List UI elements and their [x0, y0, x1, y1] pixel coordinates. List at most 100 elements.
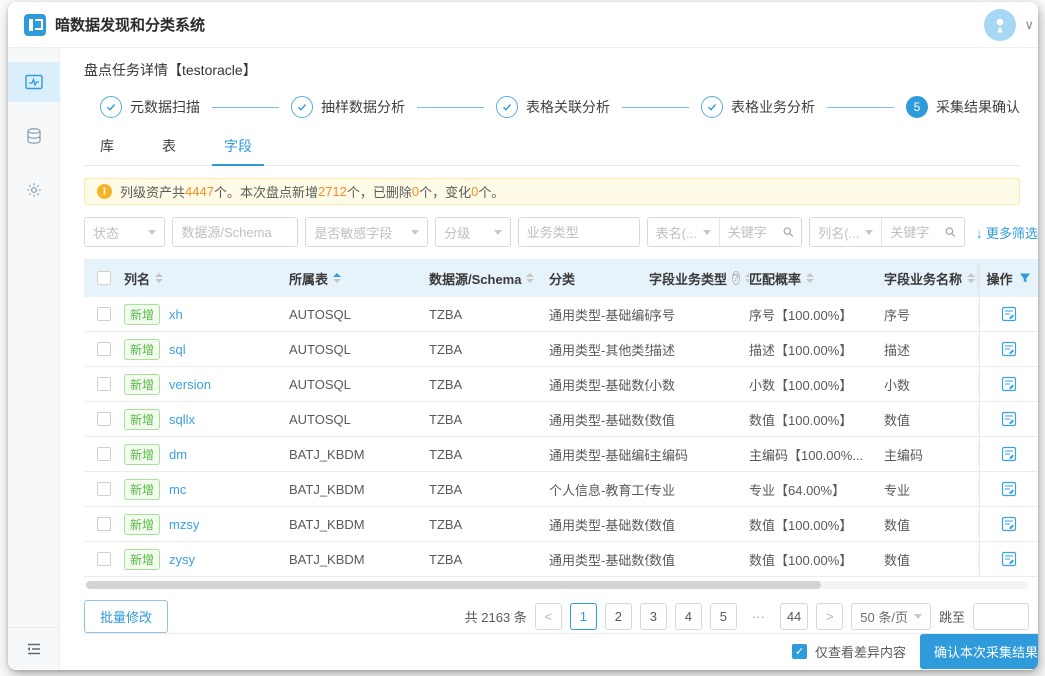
jump-page-input[interactable] [972, 603, 1029, 630]
col-header-schema[interactable]: 数据源/Schema [429, 269, 549, 288]
row-checkbox[interactable] [97, 447, 111, 461]
col-header-biz-type[interactable]: 字段业务类型 ? [649, 269, 749, 288]
cell-owner-table: AUTOSQL [289, 341, 351, 357]
help-question-icon[interactable]: ? [732, 271, 740, 285]
edit-action-icon[interactable] [1001, 516, 1017, 532]
scrollbar-thumb[interactable] [86, 581, 821, 589]
search-icon[interactable] [944, 225, 957, 239]
user-menu-caret-icon[interactable]: ∨ [1024, 17, 1034, 33]
row-checkbox[interactable] [97, 307, 111, 321]
step-table-business: 表格业务分析 [701, 96, 815, 118]
sort-icon[interactable] [155, 273, 164, 283]
user-avatar[interactable] [984, 8, 1017, 41]
sensitive-field-select[interactable]: 是否敏感字段 [305, 217, 429, 247]
row-checkbox[interactable] [97, 377, 111, 391]
edit-action-icon[interactable] [1001, 376, 1017, 392]
sort-asc-active-icon[interactable] [333, 273, 342, 283]
sidebar-item-datasource[interactable] [8, 116, 60, 156]
cell-match-prob: 主编码【100.00%... [749, 447, 864, 463]
col-header-column-name[interactable]: 列名 [124, 269, 289, 288]
row-checkbox[interactable] [97, 552, 111, 566]
edit-action-icon[interactable] [1001, 411, 1017, 427]
table-name-select-value: 表名(... [655, 225, 697, 241]
tab-table[interactable]: 表 [158, 130, 180, 165]
select-all-checkbox[interactable] [97, 271, 111, 285]
cell-schema: TZBA [429, 516, 463, 532]
col-header-match-prob[interactable]: 匹配概率 [749, 269, 884, 288]
table-keyword-input[interactable] [719, 218, 782, 246]
cell-biz-name: 专业 [884, 482, 911, 498]
edit-action-icon[interactable] [1001, 481, 1017, 497]
page-ellipsis[interactable]: ··· [744, 603, 772, 630]
datasource-input[interactable] [172, 217, 299, 247]
sidebar-item-inventory[interactable] [8, 62, 60, 102]
business-type-input[interactable] [517, 217, 640, 247]
page-button-5[interactable]: 5 [709, 603, 737, 630]
prev-page-button[interactable]: < [534, 603, 562, 630]
column-name-link[interactable]: dm [169, 447, 187, 462]
chevron-down-icon [411, 229, 420, 235]
column-name-link[interactable]: version [169, 377, 211, 392]
cell-biz-name: 小数 [884, 377, 911, 393]
cell-schema: TZBA [429, 481, 463, 497]
page-button-3[interactable]: 3 [639, 603, 667, 630]
sidebar-item-settings[interactable] [8, 170, 60, 210]
cell-owner-table: BATJ_KBDM [289, 481, 365, 497]
cell-schema: TZBA [429, 446, 463, 462]
row-checkbox[interactable] [97, 482, 111, 496]
table-name-select[interactable]: 表名(... [647, 218, 719, 246]
alert-text: 个，变化 [419, 185, 472, 200]
horizontal-scrollbar[interactable] [86, 581, 1028, 589]
sensitive-select-placeholder: 是否敏感字段 [314, 225, 393, 241]
sort-icon[interactable] [526, 273, 535, 283]
batch-edit-button[interactable]: 批量修改 [84, 600, 169, 633]
sort-icon[interactable] [806, 273, 815, 283]
edit-action-icon[interactable] [1001, 306, 1017, 322]
column-keyword-input[interactable] [882, 218, 945, 246]
column-name-link[interactable]: xh [169, 307, 183, 322]
more-filters-link[interactable]: ↓ 更多筛选 [976, 223, 1038, 242]
edit-action-icon[interactable] [1001, 551, 1017, 567]
filter-bar: 状态 是否敏感字段 分级 表名(... [84, 217, 1038, 247]
status-select[interactable]: 状态 [84, 217, 166, 247]
column-name-link[interactable]: zysy [169, 552, 195, 567]
page-button-2[interactable]: 2 [604, 603, 632, 630]
row-checkbox[interactable] [97, 412, 111, 426]
edit-action-icon[interactable] [1001, 446, 1017, 462]
step-label: 表格业务分析 [731, 99, 815, 115]
diff-only-checkbox[interactable]: ✓ [791, 644, 807, 659]
edit-action-icon[interactable] [1001, 341, 1017, 357]
chevron-down-icon [148, 229, 157, 235]
cell-schema: TZBA [429, 551, 463, 567]
filter-funnel-icon[interactable] [1019, 272, 1031, 284]
row-checkbox[interactable] [97, 517, 111, 531]
col-header-biz-name[interactable]: 字段业务名称 [884, 269, 979, 288]
step-connector [622, 106, 689, 108]
collapse-menu-icon[interactable] [25, 640, 43, 658]
row-checkbox[interactable] [97, 342, 111, 356]
column-name-link[interactable]: sqllx [169, 412, 195, 427]
cell-match-prob: 序号【100.00%】 [749, 307, 853, 323]
column-name-link[interactable]: sql [169, 342, 186, 357]
col-header-owner-table[interactable]: 所属表 [289, 269, 429, 288]
page-button-1[interactable]: 1 [569, 603, 597, 630]
sort-icon[interactable] [967, 273, 976, 283]
next-page-button[interactable]: > [816, 603, 844, 630]
tab-database[interactable]: 库 [96, 130, 118, 165]
status-badge-new: 新增 [124, 478, 161, 500]
grade-select[interactable]: 分级 [435, 217, 511, 247]
alert-deleted-count: 0 [411, 184, 420, 199]
cell-biz-type: 专业 [649, 482, 676, 498]
search-icon[interactable] [782, 225, 795, 239]
column-name-select[interactable]: 列名(... [810, 218, 882, 246]
page-button-4[interactable]: 4 [674, 603, 702, 630]
page-size-select[interactable]: 50 条/页 [851, 603, 931, 630]
column-name-link[interactable]: mc [169, 482, 186, 497]
column-name-link[interactable]: mzsy [169, 517, 199, 532]
step-number-badge: 5 [906, 96, 928, 118]
tab-field[interactable]: 字段 [212, 130, 264, 166]
cell-schema: TZBA [429, 341, 463, 357]
page-button-44[interactable]: 44 [779, 603, 809, 630]
step-label: 元数据扫描 [130, 99, 200, 115]
confirm-results-button[interactable]: 确认本次采集结果 [919, 634, 1038, 669]
